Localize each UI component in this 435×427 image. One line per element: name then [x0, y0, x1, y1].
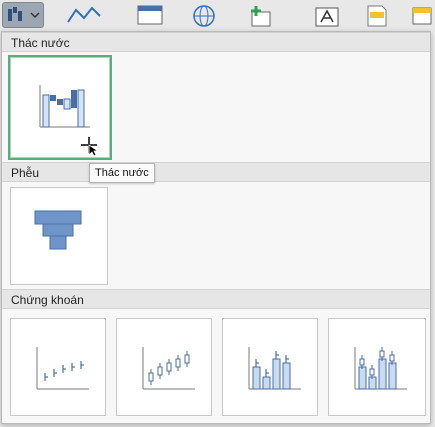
funnel-chart-icon — [34, 210, 82, 250]
funnel-chart-thumbnail[interactable] — [10, 187, 108, 285]
stock-chart-icon — [36, 347, 89, 390]
stock-chart-icon — [142, 347, 195, 390]
table-icon[interactable] — [136, 2, 166, 28]
stock-open-high-low-close-thumbnail[interactable] — [116, 318, 212, 416]
globe-icon[interactable] — [190, 2, 220, 28]
move-cursor-icon — [81, 137, 98, 157]
waterfall-row — [2, 52, 430, 162]
waterfall-chart-icon — [8, 7, 40, 21]
stock-volume-ohlc-thumbnail[interactable] — [328, 318, 426, 416]
text-box-icon[interactable] — [312, 2, 342, 28]
section-header-waterfall: Thác nước — [2, 32, 430, 52]
chart-type-gallery: Thác nước Phễu Chứng khoán — [1, 31, 431, 424]
stock-chart-icon — [248, 347, 301, 390]
funnel-row — [2, 182, 430, 289]
section-header-stock: Chứng khoán — [2, 289, 430, 309]
ribbon-toolbar — [0, 0, 435, 32]
stock-row — [2, 309, 430, 423]
stock-chart-icon — [354, 347, 407, 390]
panel-icon[interactable] — [410, 2, 434, 28]
note-icon[interactable] — [364, 2, 390, 28]
stock-volume-high-low-close-thumbnail[interactable] — [222, 318, 318, 416]
add-item-icon[interactable] — [246, 2, 276, 28]
chevron-down-icon — [30, 12, 40, 19]
section-header-funnel: Phễu — [2, 162, 430, 182]
stock-high-low-close-thumbnail[interactable] — [10, 318, 106, 416]
tooltip: Thác nước — [89, 163, 155, 183]
line-chart-icon[interactable] — [66, 2, 106, 28]
insert-chart-button[interactable] — [2, 2, 44, 28]
